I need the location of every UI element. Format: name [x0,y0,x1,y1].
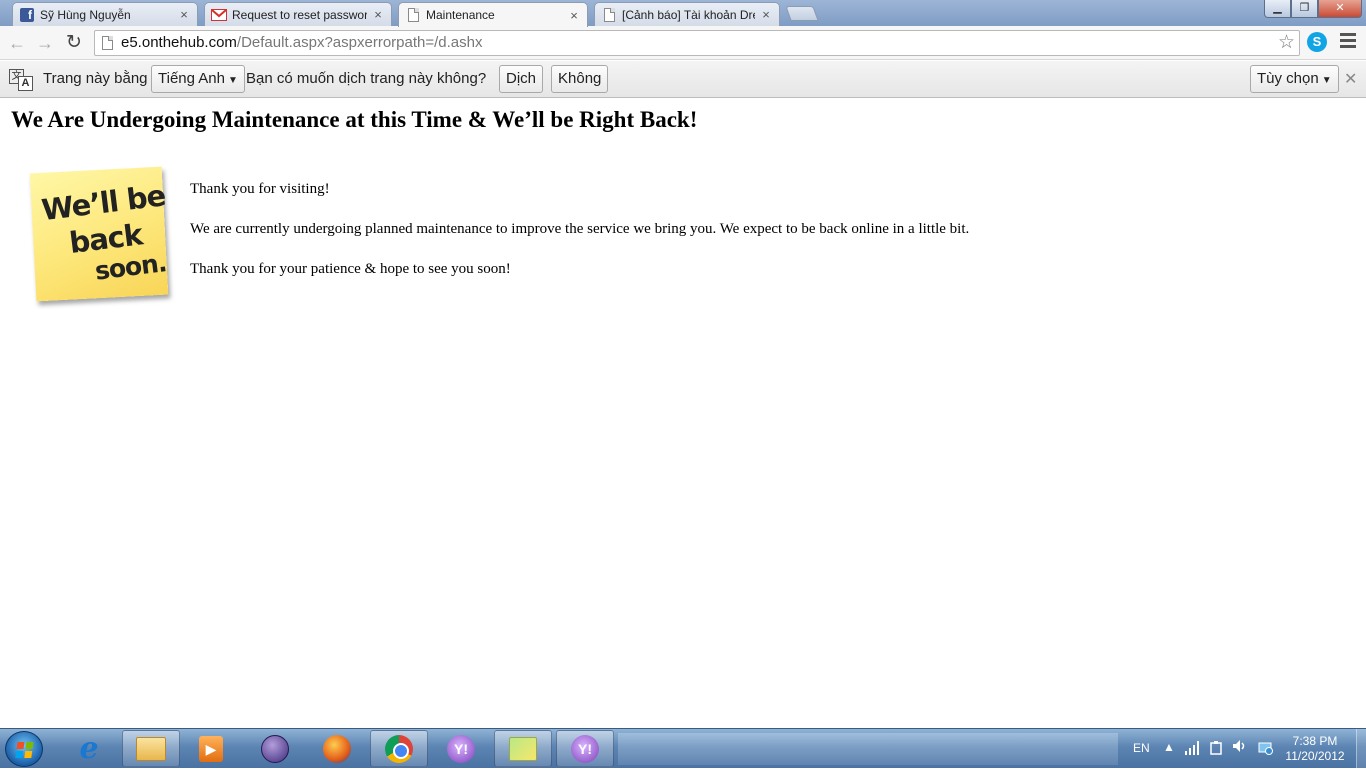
options-button[interactable]: Tùy chọn ▼ [1250,65,1339,93]
translate-icon: 文 A [9,69,35,91]
clock-date: 11/20/2012 [1285,749,1345,763]
power-icon[interactable] [1210,741,1222,758]
tab-warning[interactable]: [Cảnh báo] Tài khoản Dre × [594,2,780,26]
bookmark-star-icon[interactable]: ☆ [1278,31,1295,55]
well-be-back-sticky-note: We’ll be back soon. [29,166,169,302]
tab-label: [Cảnh báo] Tài khoản Dre [622,7,755,22]
browser-toolbar: ← → ↻ e5.onthehub.com/Default.aspx?aspxe… [0,26,1366,60]
close-window-button[interactable]: ✕ [1318,0,1362,18]
facebook-icon: f [19,7,35,23]
eclipse-icon[interactable] [246,730,304,767]
chevron-down-icon: ▼ [228,75,238,86]
taskbar-blank-area [618,733,1118,765]
translate-prefix-label: Trang này bằng [43,70,148,87]
new-tab-button[interactable] [785,6,819,21]
tab-maintenance[interactable]: Maintenance × [398,2,588,27]
tab-close-icon[interactable]: × [761,7,771,22]
tab-close-icon[interactable]: × [569,8,579,23]
network-icon[interactable] [1257,739,1273,758]
tab-close-icon[interactable]: × [373,7,383,22]
maximize-button[interactable]: ❐ [1291,0,1318,18]
translate-button[interactable]: Dịch [499,65,544,93]
gmail-icon [211,7,227,23]
paragraph-patience: Thank you for your patience & hope to se… [190,261,511,277]
translate-bar: 文 A Trang này bằng Tiếng Anh ▼ Bạn có muố… [0,61,1366,98]
language-indicator[interactable]: EN [1133,741,1150,755]
skype-extension-icon[interactable]: S [1307,32,1327,52]
reload-icon[interactable]: ↻ [63,32,85,54]
file-explorer-icon[interactable] [122,730,180,767]
show-hidden-icons-icon[interactable]: ▲ [1163,740,1175,754]
internet-explorer-icon[interactable]: e [60,730,118,767]
forward-arrow-icon[interactable]: → [34,32,56,54]
yahoo-messenger-icon[interactable]: Y! [432,730,490,767]
browser-tab-strip: f Sỹ Hùng Nguyễn × Request to reset pass… [0,0,1366,27]
page-icon [601,7,617,23]
firefox-icon[interactable] [308,730,366,767]
page-icon [102,36,113,50]
tab-label: Request to reset password [232,7,367,22]
media-player-icon[interactable]: ▶ [182,730,240,767]
clock-time: 7:38 PM [1292,734,1338,748]
language-select[interactable]: Tiếng Anh ▼ [151,65,245,93]
paragraph-maintenance: We are currently undergoing planned main… [190,221,970,237]
page-icon [405,7,421,23]
yahoo-messenger-icon[interactable]: Y! [556,730,614,767]
tab-gmail[interactable]: Request to reset password × [204,2,392,26]
window-controls: ▁ ❐ ✕ [1264,0,1362,18]
translate-question-label: Bạn có muốn dịch trang này không? [246,70,487,87]
system-clock[interactable]: 7:38 PM 11/20/2012 [1280,734,1350,764]
url-host: e5.onthehub.com [121,34,237,51]
chevron-down-icon: ▼ [1321,75,1332,86]
paragraph-thanks: Thank you for visiting! [190,181,330,197]
back-arrow-icon[interactable]: ← [6,32,28,54]
note-line: We’ll be [39,178,168,228]
start-button[interactable] [5,731,43,767]
tab-label: Sỹ Hùng Nguyễn [40,7,131,22]
address-bar[interactable]: e5.onthehub.com/Default.aspx?aspxerrorpa… [94,30,1300,56]
tab-close-icon[interactable]: × [179,7,189,22]
menu-icon[interactable] [1340,33,1356,51]
sticky-notes-icon[interactable] [494,730,552,767]
show-desktop-button[interactable] [1356,729,1366,769]
windows-taskbar: e ▶ Y! Y! EN ▲ 7:38 PM 11/20/2012 [0,728,1366,769]
page-title: We Are Undergoing Maintenance at this Ti… [11,107,698,132]
close-translate-bar-icon[interactable]: ✕ [1344,69,1357,89]
page-content: We Are Undergoing Maintenance at this Ti… [0,98,1366,728]
no-translate-button[interactable]: Không [551,65,609,93]
minimize-button[interactable]: ▁ [1264,0,1291,18]
chrome-icon[interactable] [370,730,428,767]
tab-facebook[interactable]: f Sỹ Hùng Nguyễn × [12,2,198,26]
tab-label: Maintenance [426,8,495,22]
signal-icon[interactable] [1185,741,1201,758]
volume-icon[interactable] [1232,739,1248,756]
url-path: /Default.aspx?aspxerrorpath=/d.ashx [236,34,483,51]
